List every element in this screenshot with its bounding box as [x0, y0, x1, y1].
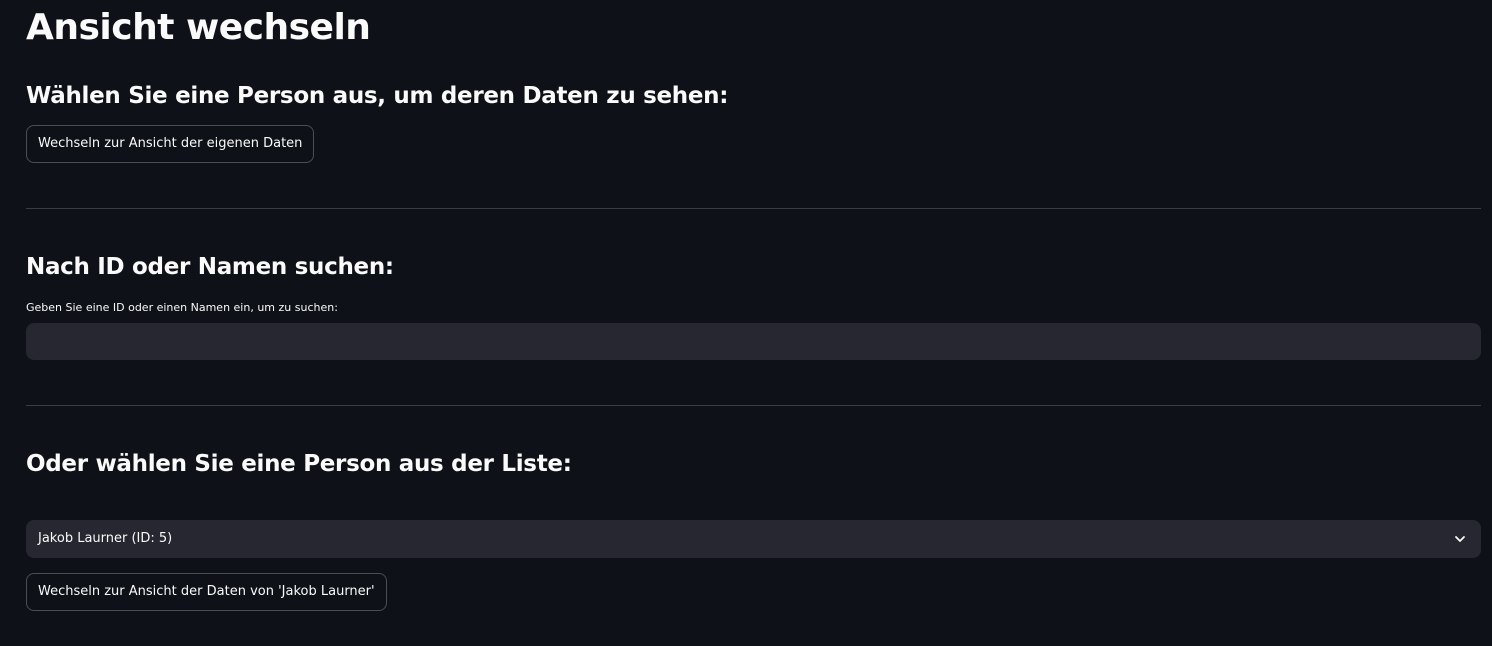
switch-to-person-data-button[interactable]: Wechseln zur Ansicht der Daten von 'Jako… — [26, 573, 387, 611]
divider — [26, 208, 1481, 209]
person-select-value: Jakob Laurner (ID: 5) — [38, 531, 173, 546]
switch-to-own-data-button[interactable]: Wechseln zur Ansicht der eigenen Daten — [26, 125, 315, 163]
search-input[interactable] — [26, 323, 1481, 360]
page-title: Ansicht wechseln — [26, 7, 371, 48]
page: Ansicht wechseln Wählen Sie eine Person … — [0, 0, 1492, 646]
search-heading: Nach ID oder Namen suchen: — [26, 254, 394, 280]
own-data-heading: Wählen Sie eine Person aus, um deren Dat… — [26, 83, 729, 109]
divider — [26, 405, 1481, 406]
person-list-heading: Oder wählen Sie eine Person aus der List… — [26, 451, 572, 477]
search-input-label: Geben Sie eine ID oder einen Namen ein, … — [26, 301, 338, 314]
person-select[interactable]: Jakob Laurner (ID: 5) — [26, 520, 1481, 558]
chevron-down-icon[interactable] — [1453, 532, 1467, 546]
